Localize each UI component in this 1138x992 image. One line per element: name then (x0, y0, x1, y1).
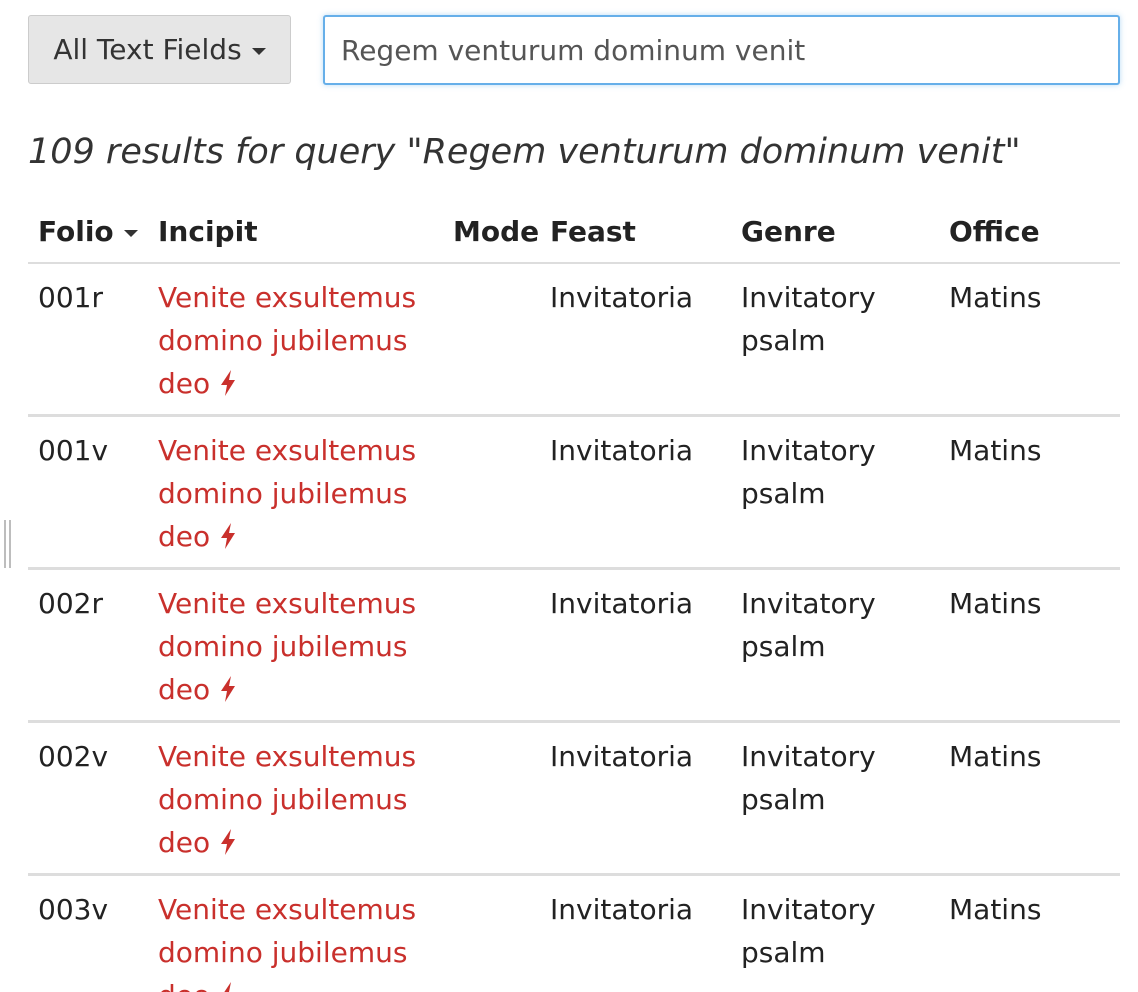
mode-column-header[interactable]: Mode (443, 205, 540, 264)
feast-cell: Invitatoria (540, 415, 731, 570)
office-cell: Matins (939, 415, 1120, 570)
mode-header-label: Mode (453, 215, 540, 248)
sort-caret-icon (123, 229, 138, 237)
feast-header-label: Feast (550, 215, 636, 248)
office-cell: Matins (939, 568, 1120, 723)
results-table: Folio Incipit Mode Feast Genre Office 00… (28, 205, 1120, 992)
office-column-header[interactable]: Office (939, 205, 1120, 264)
table-row[interactable]: 001r Venite exsultemus domino jubilemus … (28, 263, 1120, 417)
folio-cell: 001v (28, 415, 148, 570)
results-summary: 109 results for query "Regem venturum do… (28, 132, 1021, 172)
incipit-link[interactable]: Venite exsultemus domino jubilemus deo (158, 434, 416, 553)
genre-cell: Invitatory psalm (731, 263, 939, 417)
feast-cell: Invitatoria (540, 263, 731, 417)
folio-cell: 002v (28, 721, 148, 876)
office-cell: Matins (939, 721, 1120, 876)
table-row[interactable]: 002r Venite exsultemus domino jubilemus … (28, 568, 1120, 723)
feast-column-header[interactable]: Feast (540, 205, 731, 264)
genre-column-header[interactable]: Genre (731, 205, 939, 264)
bolt-icon[interactable] (218, 522, 238, 550)
field-selector-label: All Text Fields (53, 33, 242, 66)
mode-cell (443, 415, 540, 570)
incipit-cell: Venite exsultemus domino jubilemus deo (148, 568, 443, 723)
incipit-link[interactable]: Venite exsultemus domino jubilemus deo (158, 587, 416, 706)
bolt-icon[interactable] (218, 675, 238, 703)
resize-grip-line (4, 520, 6, 568)
bolt-icon[interactable] (218, 981, 238, 992)
resize-grip-line (9, 520, 11, 568)
field-selector-dropdown[interactable]: All Text Fields (28, 15, 291, 84)
search-results-page: All Text Fields 109 results for query "R… (0, 0, 1138, 992)
genre-header-label: Genre (741, 215, 836, 248)
search-input[interactable] (323, 15, 1120, 85)
genre-cell: Invitatory psalm (731, 568, 939, 723)
incipit-cell: Venite exsultemus domino jubilemus deo (148, 874, 443, 992)
folio-header-label: Folio (38, 215, 114, 248)
mode-cell (443, 263, 540, 417)
incipit-column-header[interactable]: Incipit (148, 205, 443, 264)
caret-down-icon (251, 48, 266, 55)
folio-column-header[interactable]: Folio (28, 205, 148, 264)
bolt-icon[interactable] (218, 369, 238, 397)
incipit-cell: Venite exsultemus domino jubilemus deo (148, 415, 443, 570)
feast-cell: Invitatoria (540, 568, 731, 723)
office-cell: Matins (939, 874, 1120, 992)
office-cell: Matins (939, 263, 1120, 417)
incipit-header-label: Incipit (158, 215, 258, 248)
incipit-link[interactable]: Venite exsultemus domino jubilemus deo (158, 893, 416, 992)
genre-cell: Invitatory psalm (731, 721, 939, 876)
incipit-cell: Venite exsultemus domino jubilemus deo (148, 263, 443, 417)
office-header-label: Office (949, 215, 1040, 248)
mode-cell (443, 568, 540, 723)
incipit-cell: Venite exsultemus domino jubilemus deo (148, 721, 443, 876)
feast-cell: Invitatoria (540, 874, 731, 992)
table-row[interactable]: 002v Venite exsultemus domino jubilemus … (28, 721, 1120, 876)
folio-cell: 002r (28, 568, 148, 723)
incipit-link[interactable]: Venite exsultemus domino jubilemus deo (158, 740, 416, 859)
feast-cell: Invitatoria (540, 721, 731, 876)
panel-resize-handle[interactable] (4, 520, 12, 568)
table-row[interactable]: 003v Venite exsultemus domino jubilemus … (28, 874, 1120, 992)
folio-cell: 003v (28, 874, 148, 992)
table-header-row: Folio Incipit Mode Feast Genre Office (28, 205, 1120, 264)
genre-cell: Invitatory psalm (731, 415, 939, 570)
incipit-link[interactable]: Venite exsultemus domino jubilemus deo (158, 281, 416, 400)
bolt-icon[interactable] (218, 828, 238, 856)
folio-cell: 001r (28, 263, 148, 417)
genre-cell: Invitatory psalm (731, 874, 939, 992)
table-row[interactable]: 001v Venite exsultemus domino jubilemus … (28, 415, 1120, 570)
mode-cell (443, 721, 540, 876)
mode-cell (443, 874, 540, 992)
